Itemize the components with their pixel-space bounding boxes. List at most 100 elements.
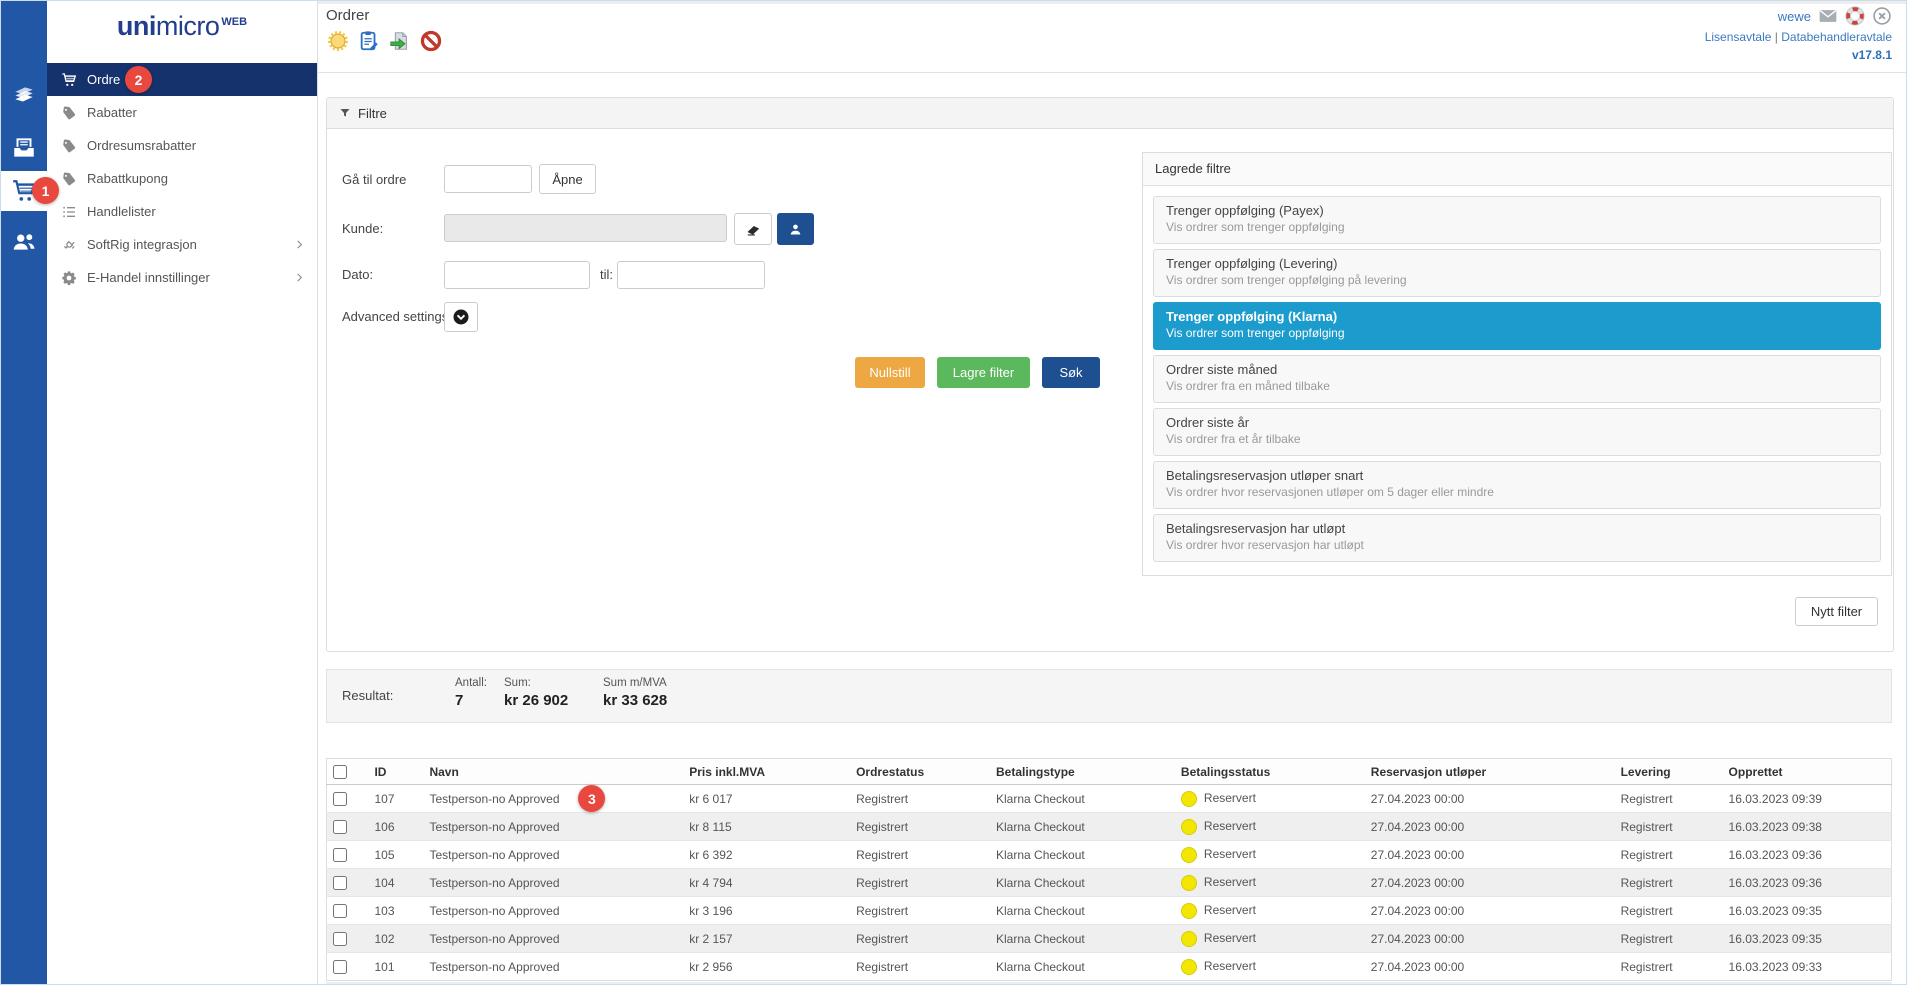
cell-payment-status: Reservert (1175, 925, 1365, 953)
close-icon[interactable] (1872, 6, 1892, 26)
row-checkbox[interactable] (333, 904, 347, 918)
sidebar-item-softrig-integrasjon[interactable]: SoftRig integrasjon (47, 228, 317, 261)
saved-filter-title: Betalingsreservasjon har utløpt (1166, 521, 1868, 536)
rail-item-users[interactable] (1, 222, 47, 262)
row-checkbox[interactable] (333, 960, 347, 974)
pages-icon (11, 83, 37, 109)
chevron-right-icon (294, 239, 305, 250)
date-to-input[interactable] (617, 261, 765, 289)
cell-id: 101 (368, 953, 423, 981)
reset-button[interactable]: Nullstill (855, 357, 925, 388)
cell-payment-type: Klarna Checkout (990, 897, 1175, 925)
envelope-icon[interactable] (1818, 6, 1838, 26)
cell-created: 16.03.2023 09:35 (1723, 925, 1892, 953)
cell-name: Testperson-no Approved (423, 813, 683, 841)
goto-order-input[interactable] (444, 165, 532, 193)
cell-name: Testperson-no Approved3 (423, 785, 683, 813)
column-header-betalingstype: Betalingstype (990, 759, 1175, 785)
sun-icon[interactable] (327, 30, 349, 52)
row-checkbox[interactable] (333, 876, 347, 890)
saved-filter-item[interactable]: Trenger oppfølging (Klarna)Vis ordrer so… (1153, 302, 1881, 350)
table-row[interactable]: 107Testperson-no Approved3kr 6 017Regist… (327, 785, 1892, 813)
cell-created: 16.03.2023 09:38 (1723, 813, 1892, 841)
clear-customer-button[interactable] (734, 213, 772, 245)
row-checkbox[interactable] (333, 792, 347, 806)
column-header-reservasjon-utl-per: Reservasjon utløper (1365, 759, 1615, 785)
saved-filter-subtitle: Vis ordrer som trenger oppfølging på lev… (1166, 273, 1868, 287)
table-row[interactable]: 101Testperson-no Approvedkr 2 956Registr… (327, 953, 1892, 981)
column-header-navn: Navn (423, 759, 683, 785)
row-checkbox[interactable] (333, 820, 347, 834)
cell-created: 16.03.2023 09:36 (1723, 841, 1892, 869)
cell-reservation-expires: 27.04.2023 00:00 (1365, 813, 1615, 841)
toolbar (327, 30, 442, 52)
new-filter-button[interactable]: Nytt filter (1795, 597, 1878, 626)
payment-status-text: Reservert (1204, 847, 1256, 861)
date-from-input[interactable] (444, 261, 590, 289)
select-all-checkbox[interactable] (333, 765, 347, 779)
sidebar-item-rabatter[interactable]: Rabatter (47, 96, 317, 129)
advanced-settings-label: Advanced settings (342, 302, 448, 332)
user-line: wewe (1705, 6, 1892, 26)
data-processor-link[interactable]: Databehandleravtale (1781, 30, 1892, 44)
sidebar-item-handlelister[interactable]: Handlelister (47, 195, 317, 228)
page-title: Ordrer (326, 7, 369, 24)
top-edge-strip (318, 1, 1906, 4)
export-icon[interactable] (389, 30, 411, 52)
filter-panel-header[interactable]: Filtre (327, 98, 1893, 129)
sidebar-item-label: Ordre (87, 72, 120, 87)
search-button[interactable]: Søk (1042, 357, 1100, 388)
row-select-cell (327, 869, 369, 897)
save-filter-button[interactable]: Lagre filter (937, 357, 1030, 388)
saved-filter-title: Trenger oppfølging (Levering) (1166, 256, 1868, 271)
cell-id: 105 (368, 841, 423, 869)
cell-price: kr 8 115 (683, 813, 850, 841)
cell-reservation-expires: 27.04.2023 00:00 (1365, 897, 1615, 925)
cell-order-status: Registrert (850, 953, 990, 981)
link-separator: | (1775, 30, 1778, 44)
payment-status-text: Reservert (1204, 959, 1256, 973)
order-name: Testperson-no Approved (429, 904, 559, 918)
sidebar-item-rabattkupong[interactable]: Rabattkupong (47, 162, 317, 195)
tag-icon (61, 105, 77, 121)
cell-order-status: Registrert (850, 813, 990, 841)
saved-filter-item[interactable]: Ordrer siste månedVis ordrer fra en måne… (1153, 355, 1881, 403)
count-value: 7 (455, 692, 463, 709)
app-logo[interactable]: unimicroWEB (47, 11, 317, 42)
order-name: Testperson-no Approved (429, 932, 559, 946)
rail-item-inbox[interactable] (1, 128, 47, 168)
saved-filter-item[interactable]: Trenger oppfølging (Payex)Vis ordrer som… (1153, 196, 1881, 244)
user-link[interactable]: wewe (1778, 9, 1811, 24)
saved-filter-item[interactable]: Betalingsreservasjon utløper snartVis or… (1153, 461, 1881, 509)
sidebar-item-ordresumsrabatter[interactable]: Ordresumsrabatter (47, 129, 317, 162)
clipboard-icon[interactable] (358, 30, 380, 52)
table-row[interactable]: 104Testperson-no Approvedkr 4 794Registr… (327, 869, 1892, 897)
rail-item-pages[interactable] (1, 76, 47, 116)
table-row[interactable]: 102Testperson-no Approvedkr 2 157Registr… (327, 925, 1892, 953)
saved-filter-item[interactable]: Ordrer siste årVis ordrer fra et år tilb… (1153, 408, 1881, 456)
row-checkbox[interactable] (333, 848, 347, 862)
lifering-icon[interactable] (1845, 6, 1865, 26)
reserved-status-dot (1181, 791, 1197, 807)
customer-input[interactable] (444, 214, 727, 242)
rail-item-cart[interactable]: 1 (1, 171, 47, 211)
table-row[interactable]: 105Testperson-no Approvedkr 6 392Registr… (327, 841, 1892, 869)
order-name: Testperson-no Approved (429, 792, 559, 806)
cancel-icon[interactable] (420, 30, 442, 52)
sidebar-item-ordre[interactable]: Ordre 2 (47, 63, 317, 96)
sum-value: kr 26 902 (504, 692, 568, 709)
select-customer-button[interactable] (777, 213, 814, 245)
annotation-badge: 2 (125, 66, 152, 93)
advanced-settings-toggle[interactable] (444, 302, 478, 332)
saved-filter-item[interactable]: Trenger oppfølging (Levering) Vis ordrer … (1153, 249, 1881, 297)
table-row[interactable]: 106Testperson-no Approvedkr 8 115Registr… (327, 813, 1892, 841)
cell-payment-status: Reservert (1175, 897, 1365, 925)
table-row[interactable]: 103Testperson-no Approvedkr 3 196Registr… (327, 897, 1892, 925)
open-button[interactable]: Åpne (539, 164, 596, 194)
saved-filter-item[interactable]: Betalingsreservasjon har utløptVis ordre… (1153, 514, 1881, 562)
license-link[interactable]: Lisensavtale (1705, 30, 1772, 44)
row-checkbox[interactable] (333, 932, 347, 946)
cell-order-status: Registrert (850, 869, 990, 897)
sidebar-item-e-handel-innstillinger[interactable]: E-Handel innstillinger (47, 261, 317, 294)
cell-payment-status: Reservert (1175, 953, 1365, 981)
